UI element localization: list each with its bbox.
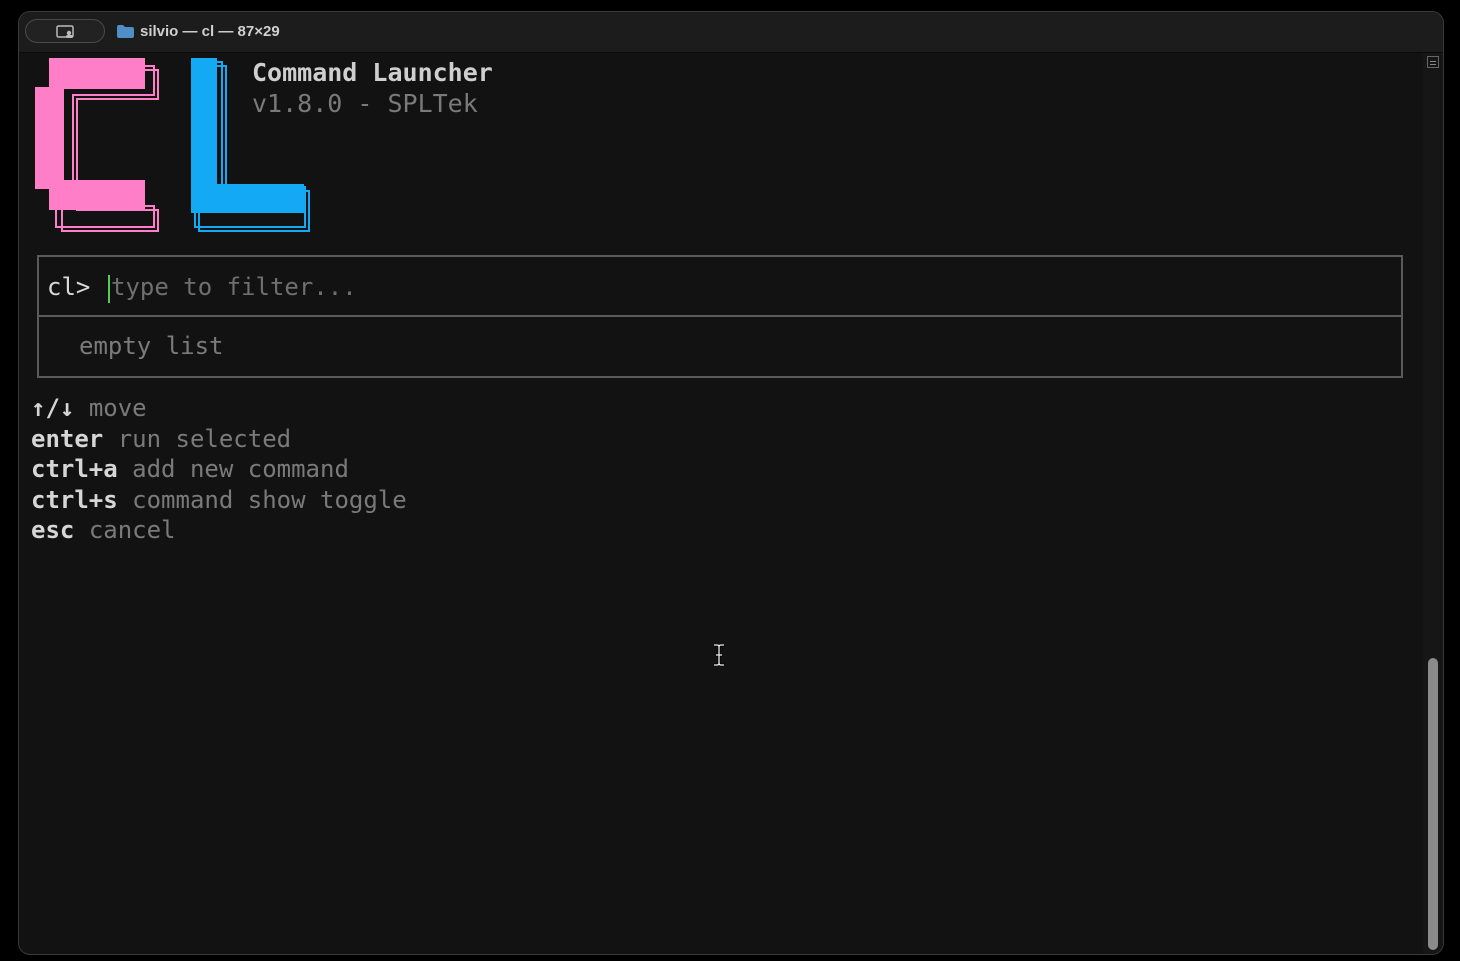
window-title: silvio — cl — 87×29 (117, 23, 280, 40)
filter-input[interactable] (111, 267, 1311, 307)
help-desc: command show toggle (132, 485, 407, 514)
text-caret (108, 275, 110, 303)
terminal-content[interactable]: Command Launcher v1.8.0 - SPLTek cl> emp… (19, 53, 1423, 954)
help-key: ctrl+s (31, 485, 118, 514)
help-desc: run selected (117, 424, 292, 453)
help-key: ctrl+a (31, 455, 118, 484)
help-row-toggle: ctrl+s command show toggle (31, 485, 407, 516)
vertical-scrollbar[interactable] (1423, 53, 1443, 954)
app-version: v1.8.0 - SPLTek (252, 89, 478, 118)
folder-icon (117, 25, 134, 38)
window-title-text: silvio — cl — 87×29 (140, 23, 280, 40)
help-desc: add new command (132, 455, 349, 484)
help-legend: ↑/↓ move enter run selected ctrl+a add n… (31, 393, 407, 546)
window-profile-button[interactable] (25, 19, 105, 43)
empty-list-message: empty list (79, 332, 224, 360)
scroll-marker-icon[interactable] (1427, 56, 1439, 68)
title-bar: silvio — cl — 87×29 (19, 12, 1443, 53)
help-key: ↑/↓ (31, 394, 75, 422)
help-key: esc (31, 516, 75, 545)
profile-icon (56, 25, 74, 38)
filter-prompt: cl> (47, 273, 91, 301)
app-title: Command Launcher (252, 58, 493, 87)
logo-letter-c (35, 58, 159, 232)
terminal-window: silvio — cl — 87×29 Command Launcher v1.… (18, 11, 1444, 955)
help-row-move: ↑/↓ move (31, 393, 407, 424)
help-desc: move (88, 394, 147, 422)
help-key: enter (31, 424, 104, 453)
help-row-add: ctrl+a add new command (31, 454, 407, 485)
text-cursor-icon (714, 644, 724, 666)
scroll-thumb[interactable] (1428, 658, 1438, 950)
filter-box[interactable]: cl> (37, 255, 1403, 317)
help-row-cancel: esc cancel (31, 515, 407, 546)
help-desc: cancel (88, 516, 176, 545)
help-row-run: enter run selected (31, 424, 407, 455)
command-list[interactable]: empty list (37, 315, 1403, 378)
